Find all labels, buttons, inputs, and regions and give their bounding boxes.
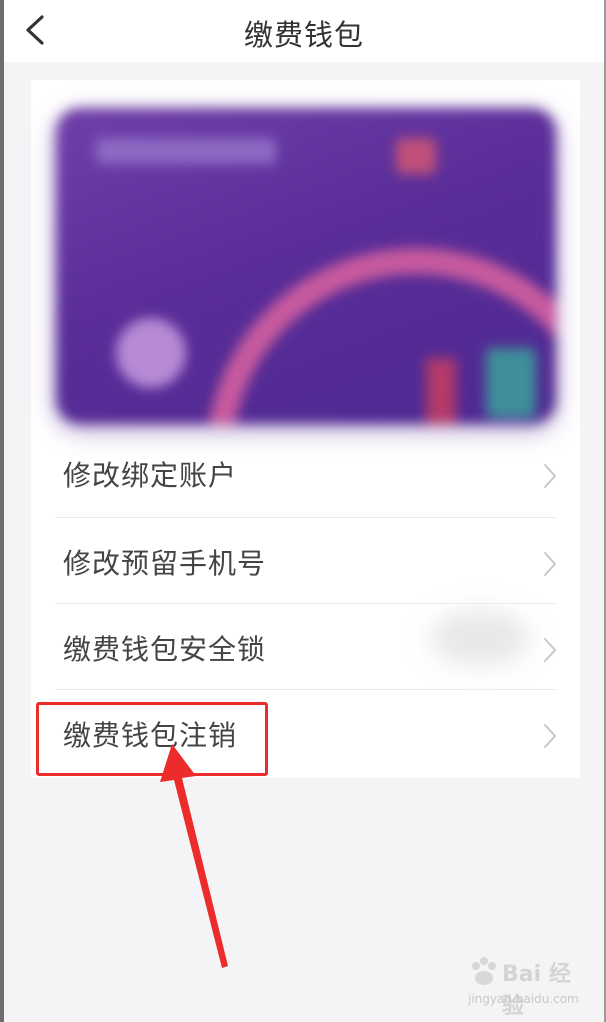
chevron-right-icon: [544, 638, 557, 662]
list-item-modify-phone[interactable]: 修改预留手机号: [31, 518, 580, 604]
left-frame-border: [0, 0, 4, 1022]
list-item-modify-bound-account[interactable]: 修改绑定账户: [31, 430, 580, 518]
list-item-label: 修改绑定账户: [63, 459, 238, 492]
list-item-label: 修改预留手机号: [63, 547, 267, 580]
paw-logo-icon: [472, 957, 496, 985]
chevron-right-icon: [544, 464, 557, 488]
watermark-brand: Bai 经验: [502, 962, 571, 1019]
list-item-security-lock[interactable]: 缴费钱包安全锁: [31, 604, 580, 690]
page-title: 缴费钱包: [243, 18, 364, 52]
baidu-jingyan-watermark: Bai 经验 jingyan.baidu.com: [462, 952, 588, 1019]
annotation-arrow-icon: [160, 744, 228, 968]
watermark-url: jingyan.baidu.com: [468, 992, 579, 1006]
chevron-right-icon: [544, 552, 557, 576]
nav-bar: 缴费钱包: [4, 0, 604, 62]
wallet-card-image[interactable]: [56, 108, 556, 424]
chevron-right-icon: [544, 724, 557, 748]
list-item-label: 缴费钱包安全锁: [63, 633, 267, 666]
